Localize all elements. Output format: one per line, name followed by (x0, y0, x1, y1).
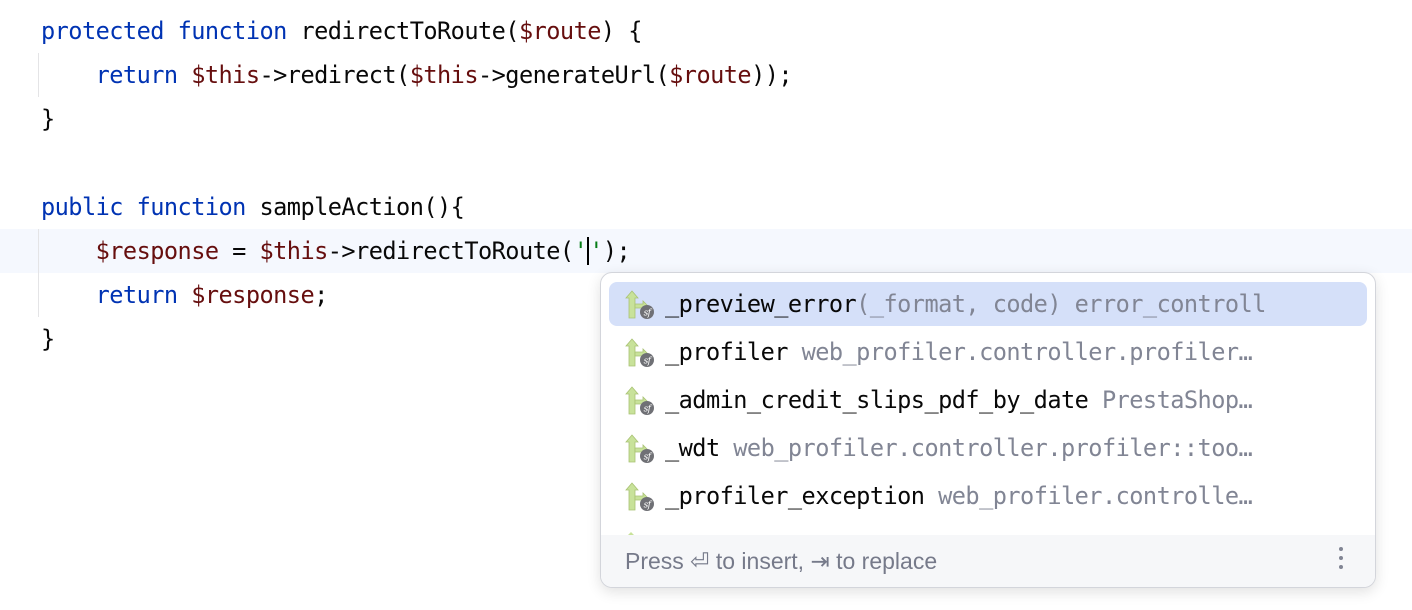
route-controller-hint: web_profiler.controlle… (938, 482, 1253, 510)
symfony-route-icon: sf (625, 482, 657, 512)
code-token: ) { (600, 17, 643, 45)
variable-token: $route (669, 61, 752, 89)
code-token: )); (751, 61, 793, 89)
completion-item-text: _profiler_exception web_profiler.control… (665, 474, 1253, 518)
variable-token: $response (191, 281, 315, 309)
completion-item-profiler-exception[interactable]: sf _profiler_exception web_profiler.contr… (609, 474, 1367, 518)
keyword-token: protected (41, 17, 164, 45)
symfony-route-icon: sf (625, 386, 657, 416)
route-params: (_format, code) (856, 290, 1061, 318)
symfony-route-icon: sf (625, 338, 657, 368)
variable-token: $response (95, 237, 219, 265)
code-token: ; (314, 281, 328, 309)
keyword-token: return (95, 281, 178, 309)
code-line[interactable]: return $this->redirect($this->generateUr… (41, 53, 793, 97)
code-token: ->redirect( (259, 61, 411, 89)
code-token: } (41, 325, 55, 353)
keyword-token: function (177, 17, 288, 45)
route-name: _preview_error (665, 290, 857, 318)
route-controller-hint: error_controll (1074, 290, 1267, 318)
route-controller-hint: web_profiler.controller.profiler… (801, 338, 1253, 366)
route-name: _wdt (665, 434, 720, 462)
code-token: ->redirectToRoute( (327, 237, 574, 265)
completion-item-text: _profiler web_profiler.controller.profil… (665, 330, 1253, 374)
code-token: redirectToRoute( (286, 17, 519, 45)
code-line[interactable]: return $response; (41, 273, 329, 317)
route-controller-hint: web_profiler.controller.profiler::too… (733, 434, 1253, 462)
completion-item-wdt[interactable]: sf _wdt web_profiler.controller.profiler:… (609, 426, 1367, 470)
code-line[interactable]: } (41, 317, 55, 361)
route-controller-hint: PrestaShop… (1101, 386, 1253, 414)
code-line[interactable]: } (41, 97, 55, 141)
string-token: ' (573, 237, 588, 265)
completion-item-text: _wdt web_profiler.controller.profiler::t… (665, 426, 1253, 470)
symfony-route-icon: sf (625, 434, 657, 464)
route-name: _profiler (665, 338, 788, 366)
indent-guide (38, 229, 39, 317)
keyword-token: public (41, 193, 123, 221)
symfony-route-icon: sf (625, 290, 657, 320)
code-token: ->generateUrl( (477, 61, 670, 89)
code-token: sampleAction(){ (245, 193, 465, 221)
completion-popup[interactable]: sf _preview_error(_format, code) error_co… (600, 272, 1376, 588)
keyword-token: return (95, 61, 178, 89)
code-line[interactable]: public function sampleAction(){ (41, 185, 465, 229)
variable-token: $this (191, 61, 260, 89)
variable-token: $this (409, 61, 479, 89)
vertical-ellipsis-icon[interactable] (1337, 547, 1345, 575)
variable-token: $this (259, 237, 329, 265)
completion-item-text: _admin_credit_slips_pdf_by_date PrestaSh… (665, 378, 1253, 422)
completion-item-text: _preview_error(_format, code) error_cont… (665, 282, 1266, 326)
completion-item-preview-error[interactable]: sf _preview_error(_format, code) error_co… (609, 282, 1367, 326)
route-name: _admin_credit_slips_pdf_by_date (665, 386, 1089, 414)
footer-hint: Press ⏎ to insert, ⇥ to replace (625, 548, 938, 574)
keyword-token: function (136, 193, 247, 221)
completion-item-profiler[interactable]: sf _profiler web_profiler.controller.prof… (609, 330, 1367, 374)
code-line-current[interactable]: $response = $this->redirectToRoute(''); (41, 229, 631, 273)
variable-token: $route (518, 17, 601, 45)
string-token: ' (589, 237, 603, 265)
route-name: _profiler_exception (665, 482, 925, 510)
code-line[interactable]: protected function redirectToRoute($rout… (41, 9, 642, 53)
code-token: = (218, 237, 260, 265)
code-token: } (41, 105, 55, 133)
completion-item-admin-credit-slips-pdf-by-date[interactable]: sf _admin_credit_slips_pdf_by_date Presta… (609, 378, 1367, 422)
code-token: ); (602, 237, 631, 265)
completion-footer: Press ⏎ to insert, ⇥ to replace (601, 535, 1375, 587)
indent-guide (38, 53, 39, 97)
